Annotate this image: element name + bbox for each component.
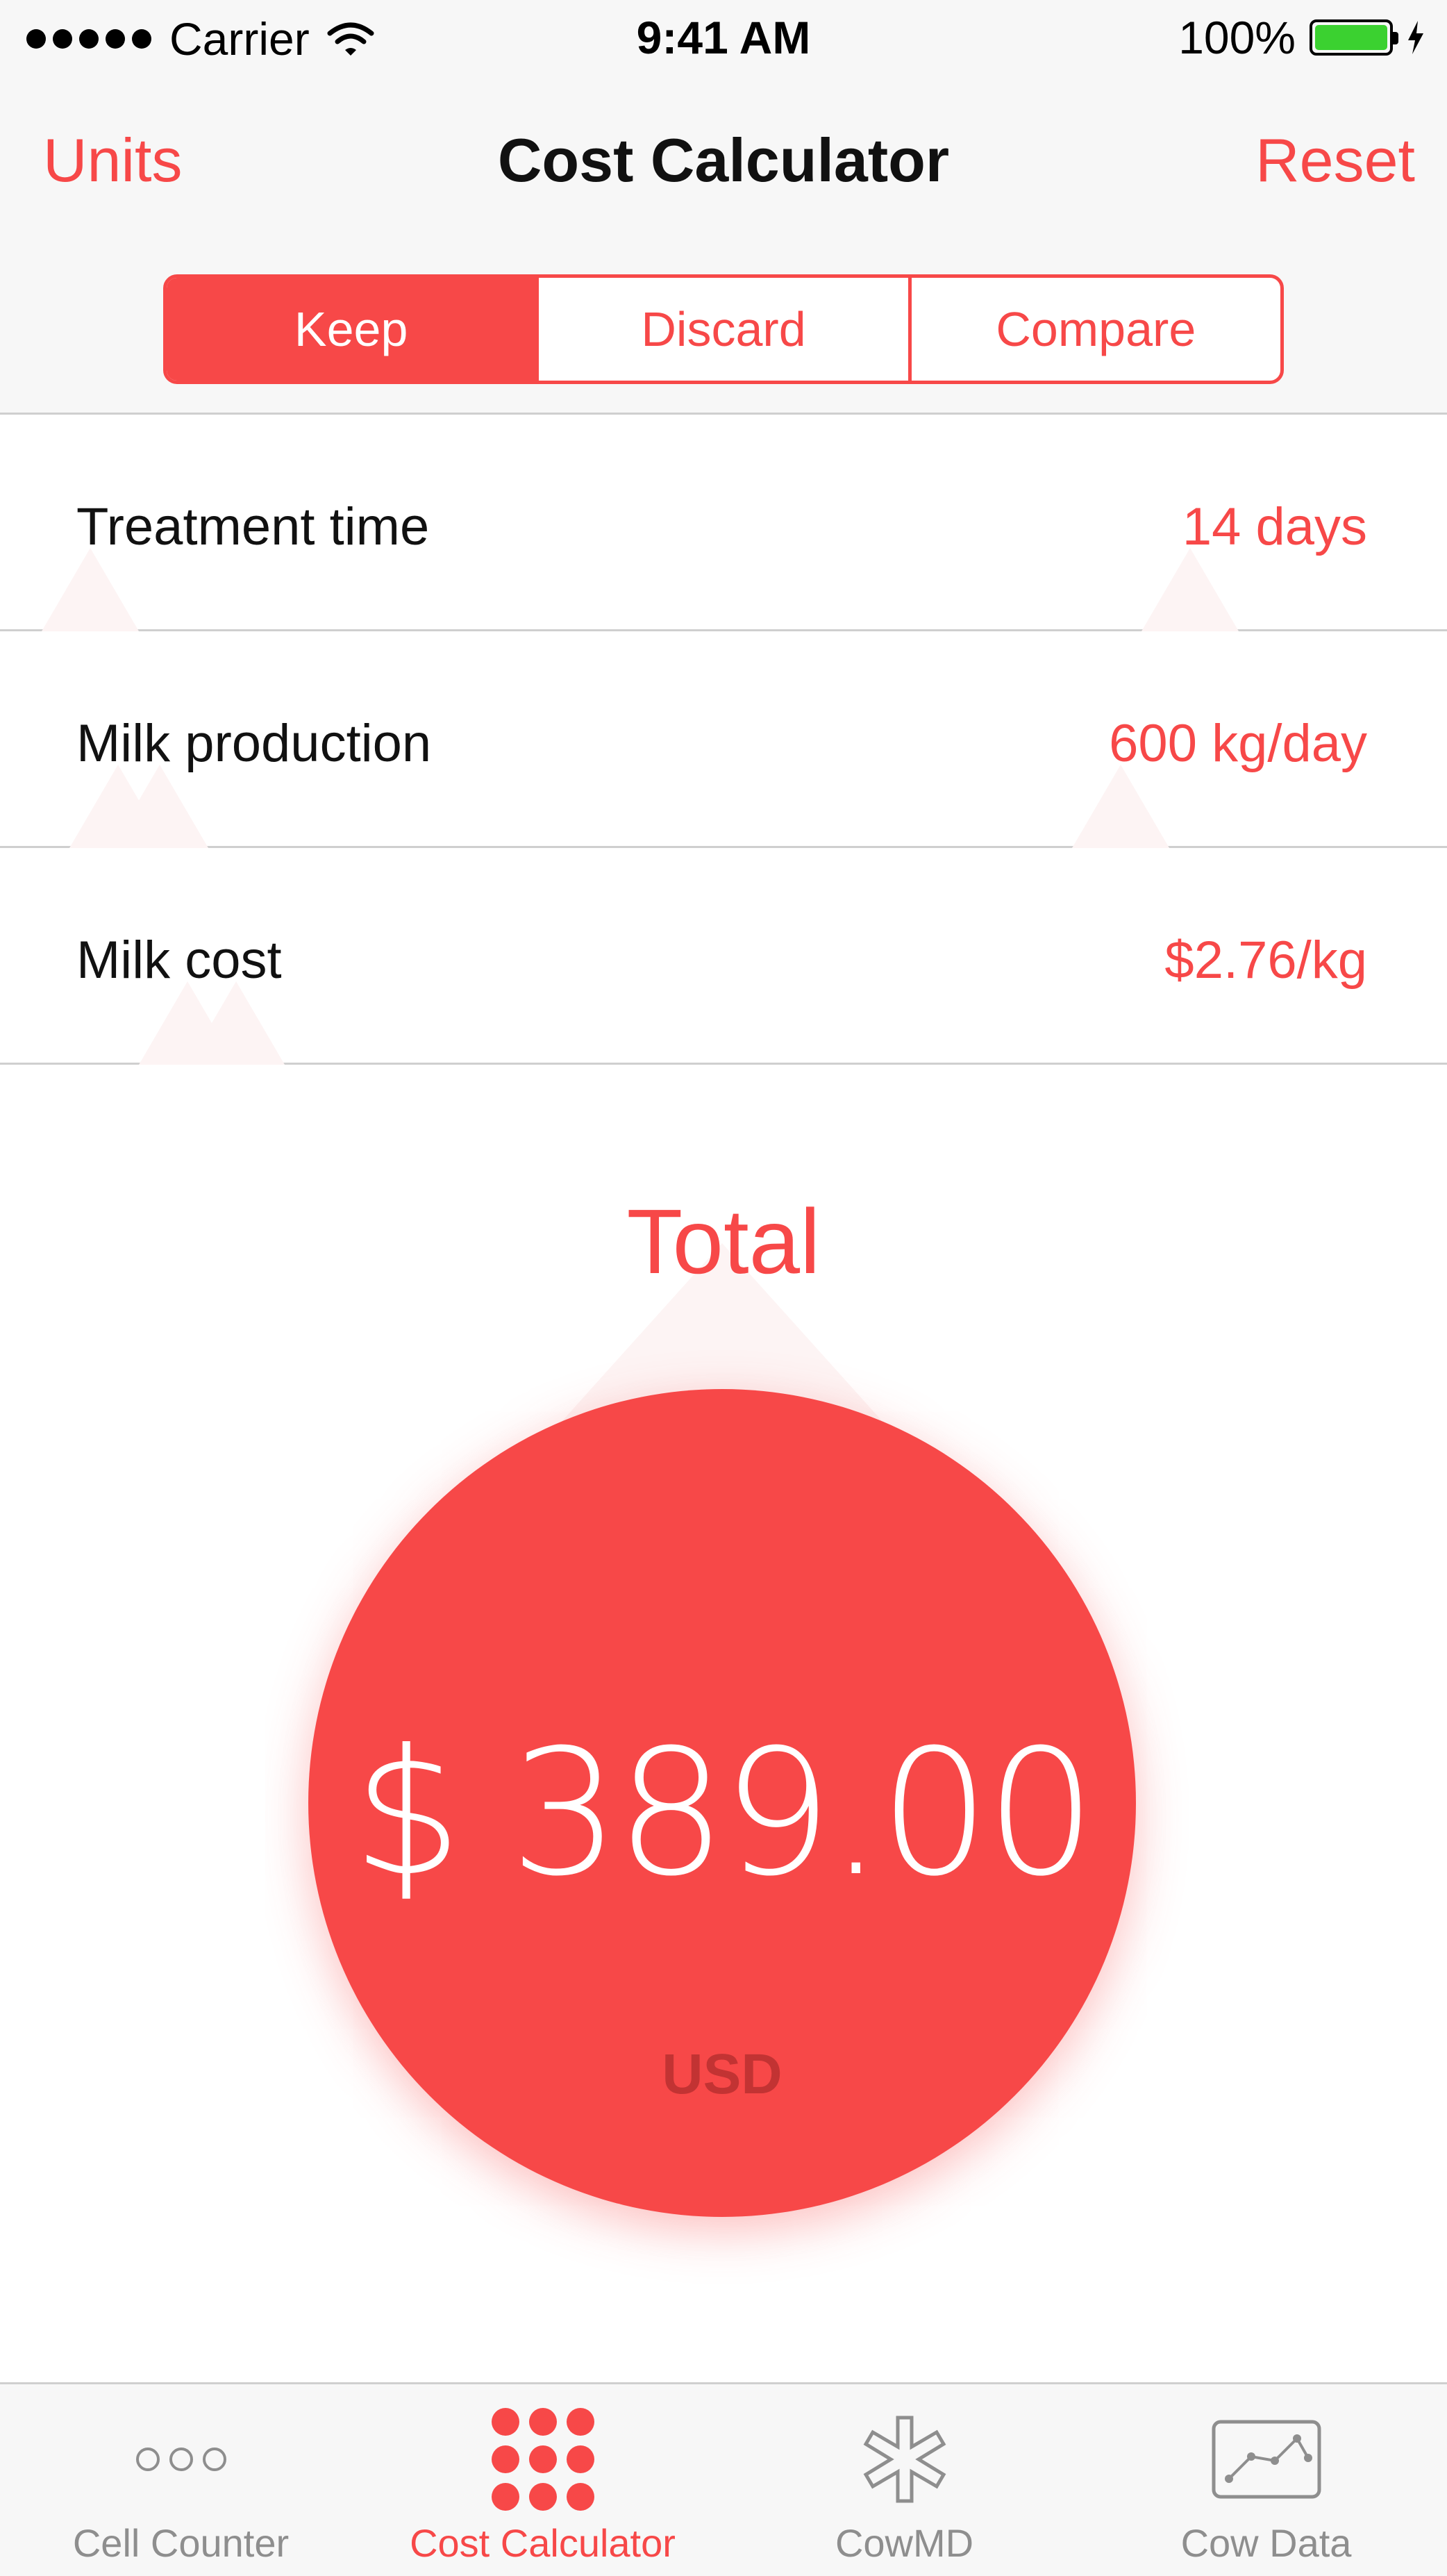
tab-cost-calculator[interactable]: Cost Calculator: [362, 2384, 724, 2576]
status-bar: Carrier 9:41 AM 100%: [0, 0, 1447, 76]
background-decoration: [111, 765, 208, 848]
total-amount: $ 389.00: [352, 1712, 1096, 1914]
battery-percent: 100%: [1178, 12, 1296, 63]
navigation-bar: Units Cost Calculator Reset: [0, 76, 1447, 243]
total-circle: $ 389.00 USD: [308, 1389, 1136, 2217]
tab-label: CowMD: [835, 2521, 974, 2565]
row-value[interactable]: $2.76/kg: [1164, 930, 1367, 990]
treatment-time-row[interactable]: Treatment time 14 days: [0, 415, 1447, 631]
total-label: Total: [626, 1190, 821, 1293]
cell-counter-icon: [135, 2411, 226, 2508]
tab-cowmd[interactable]: CowMD: [724, 2384, 1085, 2576]
row-label: Treatment time: [76, 497, 430, 556]
tab-bar: Cell Counter Cost Calculator CowMD Cow D…: [0, 2382, 1447, 2576]
currency-label: USD: [662, 2043, 783, 2106]
background-decoration: [42, 548, 139, 631]
row-label: Milk production: [76, 714, 432, 773]
background-decoration: [1072, 765, 1169, 848]
battery-icon: [1310, 19, 1398, 56]
milk-cost-row[interactable]: Milk cost $2.76/kg: [0, 848, 1447, 1065]
tab-cell-counter[interactable]: Cell Counter: [0, 2384, 362, 2576]
row-label: Milk cost: [76, 931, 282, 990]
tab-cow-data[interactable]: Cow Data: [1085, 2384, 1447, 2576]
mode-segmented-control: Keep Discard Compare: [163, 274, 1284, 384]
tab-label: Cost Calculator: [410, 2521, 676, 2565]
cow-data-icon: [1211, 2411, 1322, 2508]
charging-bolt-icon: [1408, 21, 1423, 54]
cowmd-icon: [856, 2411, 953, 2508]
cost-calculator-icon: [491, 2408, 594, 2511]
milk-production-row[interactable]: Milk production 600 kg/day: [0, 631, 1447, 848]
background-decoration: [187, 981, 285, 1065]
segment-keep[interactable]: Keep: [167, 278, 540, 381]
tab-label: Cow Data: [1180, 2521, 1352, 2565]
reset-button[interactable]: Reset: [1255, 125, 1415, 196]
row-value[interactable]: 14 days: [1182, 497, 1367, 557]
input-list: Treatment time 14 days Milk production 6…: [0, 415, 1447, 1065]
segment-compare[interactable]: Compare: [912, 278, 1280, 381]
segment-discard[interactable]: Discard: [539, 278, 912, 381]
row-value[interactable]: 600 kg/day: [1109, 713, 1367, 774]
tab-label: Cell Counter: [72, 2521, 290, 2565]
page-title: Cost Calculator: [497, 126, 950, 194]
status-right: 100%: [1178, 11, 1426, 64]
background-decoration: [1141, 548, 1239, 631]
